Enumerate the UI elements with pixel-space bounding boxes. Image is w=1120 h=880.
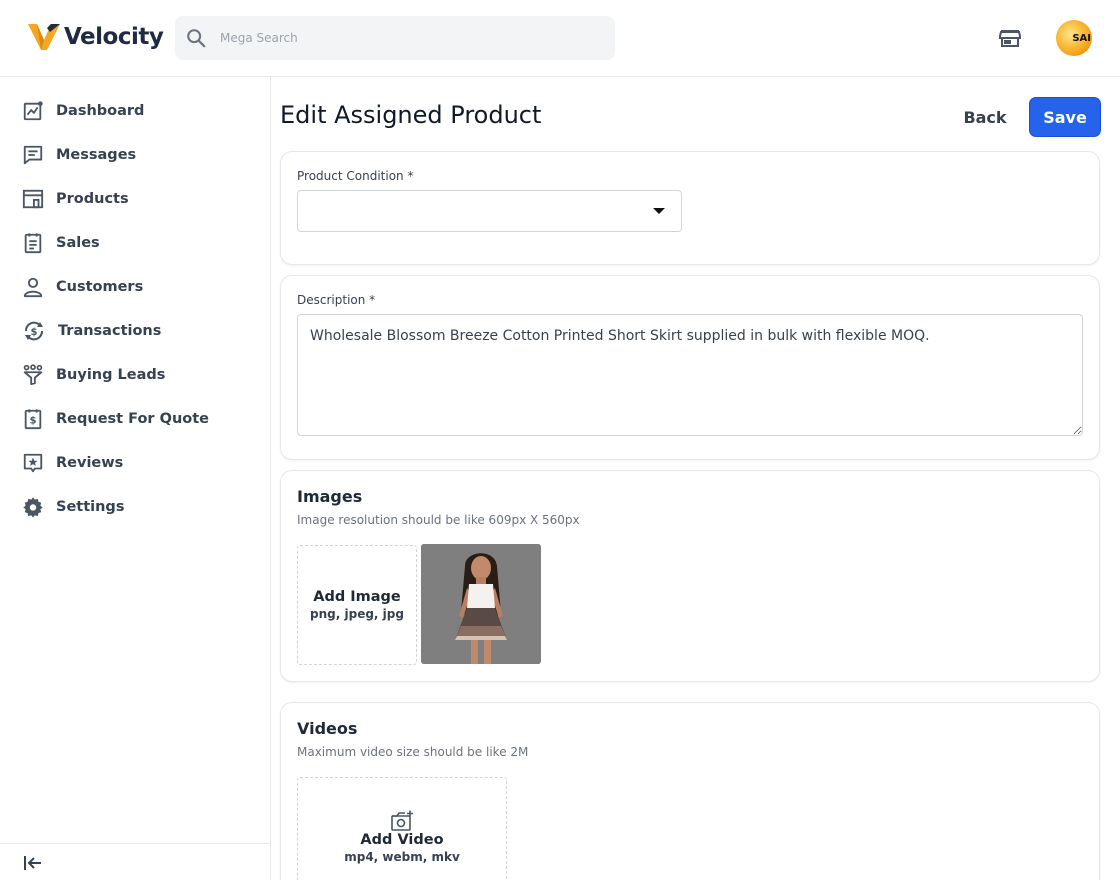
add-video-button[interactable]: Add Video mp4, webm, mkv: [297, 777, 507, 880]
sidebar-footer: [0, 843, 271, 880]
skirt-model-photo: [421, 544, 541, 664]
description-label: Description *: [297, 293, 376, 307]
sidebar-item-request-for-quote[interactable]: $ Request For Quote: [22, 405, 209, 433]
avatar-text: SAI: [1072, 32, 1091, 44]
videos-subtitle: Maximum video size should be like 2M: [297, 745, 529, 759]
sidebar-item-reviews[interactable]: Reviews: [22, 449, 123, 477]
top-header: Velocity SAI: [0, 0, 1120, 77]
store-icon: [22, 189, 44, 209]
sidebar-item-customers[interactable]: Customers: [22, 273, 143, 301]
sidebar-item-label: Customers: [56, 279, 144, 295]
quote-doc-icon: $: [24, 409, 42, 430]
velocity-logo[interactable]: Velocity: [28, 22, 164, 52]
sidebar-item-dashboard[interactable]: Dashboard: [22, 97, 144, 125]
gear-icon: [23, 497, 43, 518]
back-button[interactable]: Back: [950, 98, 1020, 136]
product-condition-card: Product Condition *: [280, 151, 1100, 265]
product-image-thumbnail[interactable]: [421, 544, 541, 664]
product-condition-label: Product Condition *: [297, 169, 414, 183]
description-card: Description * Wholesale Blossom Breeze C…: [280, 275, 1100, 460]
sidebar-item-label: Reviews: [56, 455, 124, 471]
search-input[interactable]: [220, 31, 600, 45]
add-image-formats: png, jpeg, jpg: [310, 607, 404, 621]
svg-text:$: $: [31, 327, 38, 338]
add-image-button[interactable]: Add Image png, jpeg, jpg: [297, 545, 417, 665]
sidebar-item-settings[interactable]: Settings: [22, 493, 124, 521]
dollar-cycle-icon: $: [25, 321, 43, 341]
page-title: Edit Assigned Product: [280, 101, 542, 129]
dashboard-chart-icon: [23, 101, 43, 121]
sidebar-item-transactions[interactable]: $ Transactions: [22, 317, 161, 345]
svg-text:$: $: [29, 416, 36, 427]
velocity-v-icon: [28, 24, 60, 50]
add-image-label: Add Image: [313, 589, 401, 605]
sidebar-item-label: Request For Quote: [56, 411, 210, 427]
caret-down-icon: [653, 208, 665, 214]
user-icon: [23, 277, 43, 298]
save-button[interactable]: Save: [1030, 98, 1100, 136]
user-avatar[interactable]: SAI: [1056, 20, 1092, 56]
receipt-icon: [24, 233, 42, 254]
message-icon: [23, 145, 43, 165]
mega-search-bar[interactable]: [175, 16, 615, 60]
sidebar-item-messages[interactable]: Messages: [22, 141, 136, 169]
sidebar-item-sales[interactable]: Sales: [22, 229, 100, 257]
add-video-formats: mp4, webm, mkv: [344, 850, 460, 864]
collapse-sidebar-icon[interactable]: [23, 853, 43, 873]
add-video-label: Add Video: [360, 832, 444, 848]
brand-name: Velocity: [64, 24, 164, 50]
sidebar-item-label: Dashboard: [56, 103, 145, 119]
sidebar-item-label: Settings: [56, 499, 125, 515]
images-card: Images Image resolution should be like 6…: [280, 470, 1100, 682]
sidebar-item-buying-leads[interactable]: Buying Leads: [22, 361, 165, 389]
star-message-icon: [23, 453, 43, 473]
add-photo-icon: [391, 810, 413, 831]
product-condition-select[interactable]: [297, 190, 682, 232]
funnel-icon: [23, 364, 43, 386]
sidebar-item-label: Products: [56, 191, 129, 207]
storefront-icon[interactable]: [998, 26, 1022, 50]
sidebar-item-label: Sales: [56, 235, 100, 251]
sidebar-item-products[interactable]: Products: [22, 185, 129, 213]
description-textarea[interactable]: Wholesale Blossom Breeze Cotton Printed …: [297, 314, 1083, 436]
sidebar-item-label: Messages: [56, 147, 137, 163]
sidebar-item-label: Buying Leads: [56, 367, 166, 383]
sidebar-item-label: Transactions: [58, 323, 162, 339]
images-title: Images: [297, 487, 363, 506]
sidebar: Dashboard Messages Products Sales Custom…: [0, 77, 271, 880]
search-icon: [187, 29, 206, 48]
images-subtitle: Image resolution should be like 609px X …: [297, 513, 580, 527]
videos-title: Videos: [297, 719, 358, 738]
videos-card: Videos Maximum video size should be like…: [280, 702, 1100, 880]
